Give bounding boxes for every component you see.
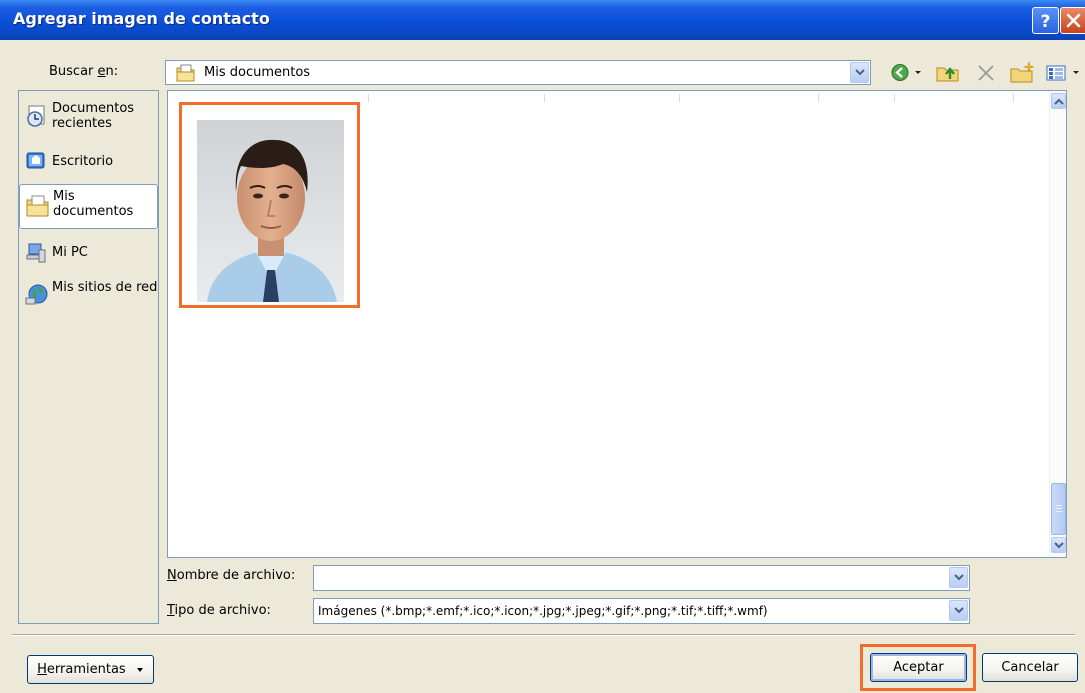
place-my-computer[interactable]: Mi PC <box>19 240 158 266</box>
place-my-documents[interactable]: Mis documentos <box>19 184 158 229</box>
cancel-button[interactable]: Cancelar <box>982 653 1078 682</box>
my-documents-icon <box>176 64 195 82</box>
new-folder-icon[interactable] <box>1008 60 1036 85</box>
place-label: Mis documentos <box>53 189 134 219</box>
place-label: Mis sitios de red <box>52 280 158 295</box>
dropdown-arrow-icon <box>136 668 143 672</box>
my-documents-icon <box>26 195 49 217</box>
close-button[interactable] <box>1060 7 1085 34</box>
lookin-label: Buscar en: <box>49 64 119 79</box>
chevron-down-icon <box>954 574 964 581</box>
chevron-down-icon <box>1054 542 1064 549</box>
help-button[interactable]: ? <box>1032 7 1059 34</box>
ok-button[interactable]: Aceptar <box>870 653 967 682</box>
filetype-label: Tipo de archivo: <box>167 603 271 618</box>
chevron-down-icon <box>855 69 865 76</box>
scroll-up-button[interactable] <box>1051 93 1066 109</box>
place-label: Escritorio <box>52 154 114 169</box>
lookin-value: Mis documentos <box>204 65 311 80</box>
dialog-title: Agregar imagen de contacto <box>13 9 270 28</box>
dropdown-icon[interactable] <box>913 60 923 85</box>
filename-label: Nombre de archivo: <box>167 568 296 583</box>
back-icon[interactable] <box>890 60 910 85</box>
chevron-down-icon <box>954 607 964 614</box>
place-desktop[interactable]: Escritorio <box>19 150 158 174</box>
up-folder-icon[interactable] <box>934 60 962 85</box>
desktop-icon <box>26 152 45 169</box>
help-icon: ? <box>1041 12 1051 32</box>
close-icon <box>1066 13 1081 28</box>
network-places-icon <box>25 284 48 305</box>
views-dropdown-icon[interactable] <box>1071 60 1081 85</box>
selected-image-highlight[interactable] <box>179 102 360 308</box>
lookin-dropdown[interactable]: Mis documentos <box>165 60 871 85</box>
tools-button[interactable]: Herramientas <box>27 655 154 684</box>
chevron-up-icon <box>1054 98 1064 105</box>
place-label: Mi PC <box>52 245 88 260</box>
views-icon[interactable] <box>1044 60 1068 85</box>
scroll-down-button[interactable] <box>1051 537 1066 553</box>
contact-photo-thumbnail[interactable] <box>197 120 344 302</box>
svg-text:?: ? <box>1041 12 1051 32</box>
title-bar[interactable]: Agregar imagen de contacto ? <box>0 0 1085 40</box>
vertical-scrollbar[interactable] <box>1049 91 1066 557</box>
delete-icon[interactable] <box>975 60 997 85</box>
file-list[interactable] <box>167 90 1067 558</box>
filename-dropdown-button[interactable] <box>949 567 968 588</box>
separator <box>12 634 1075 636</box>
dialog-window: Agregar imagen de contacto ? Buscar en: … <box>0 0 1085 693</box>
place-network-places[interactable]: Mis sitios de red <box>19 277 158 319</box>
place-recent-documents[interactable]: Documentos recientes <box>19 98 158 138</box>
lookin-dropdown-button[interactable] <box>850 62 869 83</box>
places-bar: Documentos recientes Escritorio Mis docu… <box>18 90 159 624</box>
filetype-dropdown-button[interactable] <box>949 600 968 621</box>
filename-input[interactable] <box>313 565 970 591</box>
filetype-select[interactable]: Imágenes (*.bmp;*.emf;*.ico;*.icon;*.jpg… <box>313 598 970 624</box>
my-computer-icon <box>26 243 46 263</box>
place-label: Documentos recientes <box>52 101 135 131</box>
filetype-value: Imágenes (*.bmp;*.emf;*.ico;*.icon;*.jpg… <box>318 604 768 618</box>
recent-documents-icon <box>27 105 45 127</box>
scroll-thumb[interactable] <box>1051 483 1066 535</box>
